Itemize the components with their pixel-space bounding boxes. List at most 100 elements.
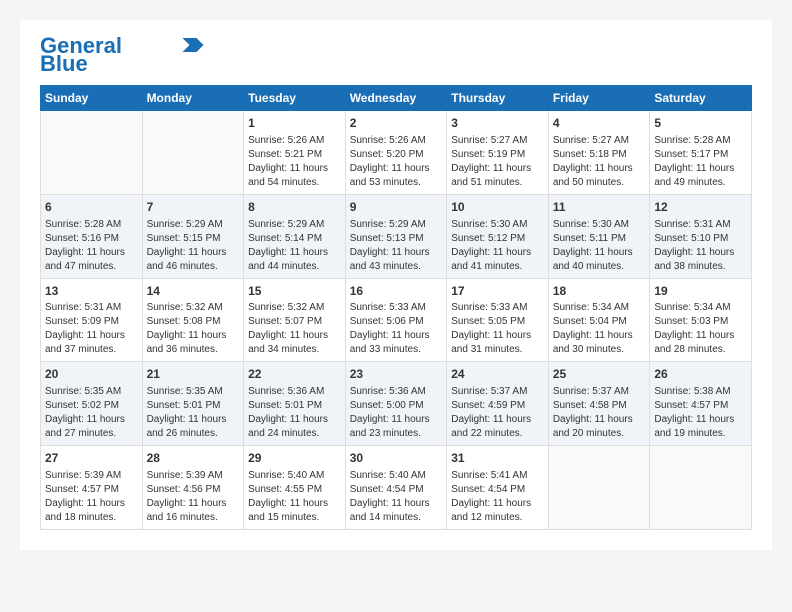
cell-info: Sunrise: 5:27 AM <box>451 134 544 148</box>
calendar-cell: 5Sunrise: 5:28 AMSunset: 5:17 PMDaylight… <box>650 111 752 195</box>
calendar-cell: 11Sunrise: 5:30 AMSunset: 5:11 PMDayligh… <box>548 194 650 278</box>
cell-info: Sunset: 4:59 PM <box>451 399 544 413</box>
calendar-cell: 24Sunrise: 5:37 AMSunset: 4:59 PMDayligh… <box>447 362 549 446</box>
cell-info: Sunrise: 5:39 AM <box>147 469 240 483</box>
calendar-cell: 9 Sunrise: 5:29 AMSunset: 5:13 PMDaylight… <box>345 194 447 278</box>
cell-info: Daylight: 11 hours and 37 minutes. <box>45 329 138 357</box>
cell-info: Sunrise: 5:29 AM <box>350 218 443 232</box>
cell-info: Sunset: 5:19 PM <box>451 148 544 162</box>
day-number: 25 <box>553 366 646 383</box>
day-number: 10 <box>451 199 544 216</box>
calendar-cell: 29Sunrise: 5:40 AMSunset: 4:55 PMDayligh… <box>244 446 346 530</box>
day-number: 4 <box>553 115 646 132</box>
day-number: 22 <box>248 366 341 383</box>
cell-info: Sunrise: 5:40 AM <box>248 469 341 483</box>
cell-info: Daylight: 11 hours and 27 minutes. <box>45 413 138 441</box>
calendar-cell: 14Sunrise: 5:32 AMSunset: 5:08 PMDayligh… <box>142 278 244 362</box>
day-number: 31 <box>451 450 544 467</box>
day-number: 9 <box>350 199 443 216</box>
day-number: 14 <box>147 283 240 300</box>
cell-info: Sunrise: 5:28 AM <box>45 218 138 232</box>
cell-info: Sunset: 4:54 PM <box>350 483 443 497</box>
day-number: 28 <box>147 450 240 467</box>
cell-info: Sunrise: 5:38 AM <box>654 385 747 399</box>
cell-info: Sunrise: 5:34 AM <box>654 301 747 315</box>
day-number: 7 <box>147 199 240 216</box>
day-number: 3 <box>451 115 544 132</box>
cell-info: Sunset: 4:58 PM <box>553 399 646 413</box>
day-number: 27 <box>45 450 138 467</box>
cell-info: Daylight: 11 hours and 28 minutes. <box>654 329 747 357</box>
calendar-cell: 27 Sunrise: 5:39 AMSunset: 4:57 PMDayligh… <box>41 446 143 530</box>
day-number: 11 <box>553 199 646 216</box>
cell-info: Sunset: 5:02 PM <box>45 399 138 413</box>
cell-info: Sunrise: 5:39 AM <box>45 469 138 483</box>
cell-info: Sunset: 5:21 PM <box>248 148 341 162</box>
calendar-cell: 8Sunrise: 5:29 AMSunset: 5:14 PMDaylight… <box>244 194 346 278</box>
cell-info: Sunset: 5:13 PM <box>350 232 443 246</box>
cell-info: Sunset: 4:57 PM <box>45 483 138 497</box>
cell-info: Daylight: 11 hours and 15 minutes. <box>248 497 341 525</box>
day-number: 8 <box>248 199 341 216</box>
cell-info: Sunrise: 5:27 AM <box>553 134 646 148</box>
cell-info: Daylight: 11 hours and 34 minutes. <box>248 329 341 357</box>
logo-blue: Blue <box>40 53 88 75</box>
calendar-cell: 23Sunrise: 5:36 AMSunset: 5:00 PMDayligh… <box>345 362 447 446</box>
calendar-cell: 6Sunrise: 5:28 AMSunset: 5:16 PMDaylight… <box>41 194 143 278</box>
calendar-cell: 31Sunrise: 5:41 AMSunset: 4:54 PMDayligh… <box>447 446 549 530</box>
cell-info: Sunrise: 5:29 AM <box>147 218 240 232</box>
week-row-0: 1Sunrise: 5:26 AMSunset: 5:21 PMDaylight… <box>41 111 752 195</box>
calendar-cell: 1Sunrise: 5:26 AMSunset: 5:21 PMDaylight… <box>244 111 346 195</box>
cell-info: Daylight: 11 hours and 44 minutes. <box>248 246 341 274</box>
cell-info: Sunset: 5:12 PM <box>451 232 544 246</box>
calendar-container: General Blue SundayMondayTuesdayWednesda… <box>20 20 772 550</box>
cell-info: Sunrise: 5:30 AM <box>553 218 646 232</box>
weekday-header-friday: Friday <box>548 86 650 111</box>
cell-info: Sunrise: 5:29 AM <box>248 218 341 232</box>
week-row-2: 13Sunrise: 5:31 AMSunset: 5:09 PMDayligh… <box>41 278 752 362</box>
cell-info: Sunrise: 5:36 AM <box>248 385 341 399</box>
weekday-header-monday: Monday <box>142 86 244 111</box>
cell-info: Daylight: 11 hours and 30 minutes. <box>553 329 646 357</box>
cell-info: Daylight: 11 hours and 24 minutes. <box>248 413 341 441</box>
cell-info: Daylight: 11 hours and 43 minutes. <box>350 246 443 274</box>
day-number: 30 <box>350 450 443 467</box>
calendar-cell: 12Sunrise: 5:31 AMSunset: 5:10 PMDayligh… <box>650 194 752 278</box>
calendar-cell: 15Sunrise: 5:32 AMSunset: 5:07 PMDayligh… <box>244 278 346 362</box>
calendar-table: SundayMondayTuesdayWednesdayThursdayFrid… <box>40 85 752 530</box>
cell-info: Daylight: 11 hours and 18 minutes. <box>45 497 138 525</box>
cell-info: Sunset: 5:03 PM <box>654 315 747 329</box>
cell-info: Sunset: 4:56 PM <box>147 483 240 497</box>
cell-info: Sunset: 5:04 PM <box>553 315 646 329</box>
cell-info: Sunrise: 5:37 AM <box>553 385 646 399</box>
cell-info: Daylight: 11 hours and 22 minutes. <box>451 413 544 441</box>
cell-info: Sunset: 5:09 PM <box>45 315 138 329</box>
calendar-cell: 20 Sunrise: 5:35 AMSunset: 5:02 PMDayligh… <box>41 362 143 446</box>
cell-info: Daylight: 11 hours and 14 minutes. <box>350 497 443 525</box>
calendar-cell <box>548 446 650 530</box>
cell-info: Sunrise: 5:35 AM <box>147 385 240 399</box>
calendar-cell: 16Sunrise: 5:33 AMSunset: 5:06 PMDayligh… <box>345 278 447 362</box>
day-number: 2 <box>350 115 443 132</box>
calendar-cell: 25 Sunrise: 5:37 AMSunset: 4:58 PMDayligh… <box>548 362 650 446</box>
calendar-cell <box>650 446 752 530</box>
day-number: 15 <box>248 283 341 300</box>
day-number: 20 <box>45 366 138 383</box>
week-row-4: 27Sunrise: 5:39 AMSunset: 4:57 PMDayligh… <box>41 446 752 530</box>
cell-info: Sunrise: 5:31 AM <box>654 218 747 232</box>
day-number: 16 <box>350 283 443 300</box>
cell-info: Daylight: 11 hours and 49 minutes. <box>654 162 747 190</box>
day-number: 26 <box>654 366 747 383</box>
week-row-1: 6Sunrise: 5:28 AMSunset: 5:16 PMDaylight… <box>41 194 752 278</box>
cell-info: Daylight: 11 hours and 41 minutes. <box>451 246 544 274</box>
cell-info: Sunset: 5:18 PM <box>553 148 646 162</box>
day-number: 23 <box>350 366 443 383</box>
cell-info: Daylight: 11 hours and 20 minutes. <box>553 413 646 441</box>
day-number: 12 <box>654 199 747 216</box>
cell-info: Sunset: 4:57 PM <box>654 399 747 413</box>
cell-info: Sunrise: 5:34 AM <box>553 301 646 315</box>
cell-info: Sunset: 5:20 PM <box>350 148 443 162</box>
cell-info: Sunrise: 5:30 AM <box>451 218 544 232</box>
cell-info: Sunrise: 5:35 AM <box>45 385 138 399</box>
cell-info: Sunrise: 5:32 AM <box>147 301 240 315</box>
